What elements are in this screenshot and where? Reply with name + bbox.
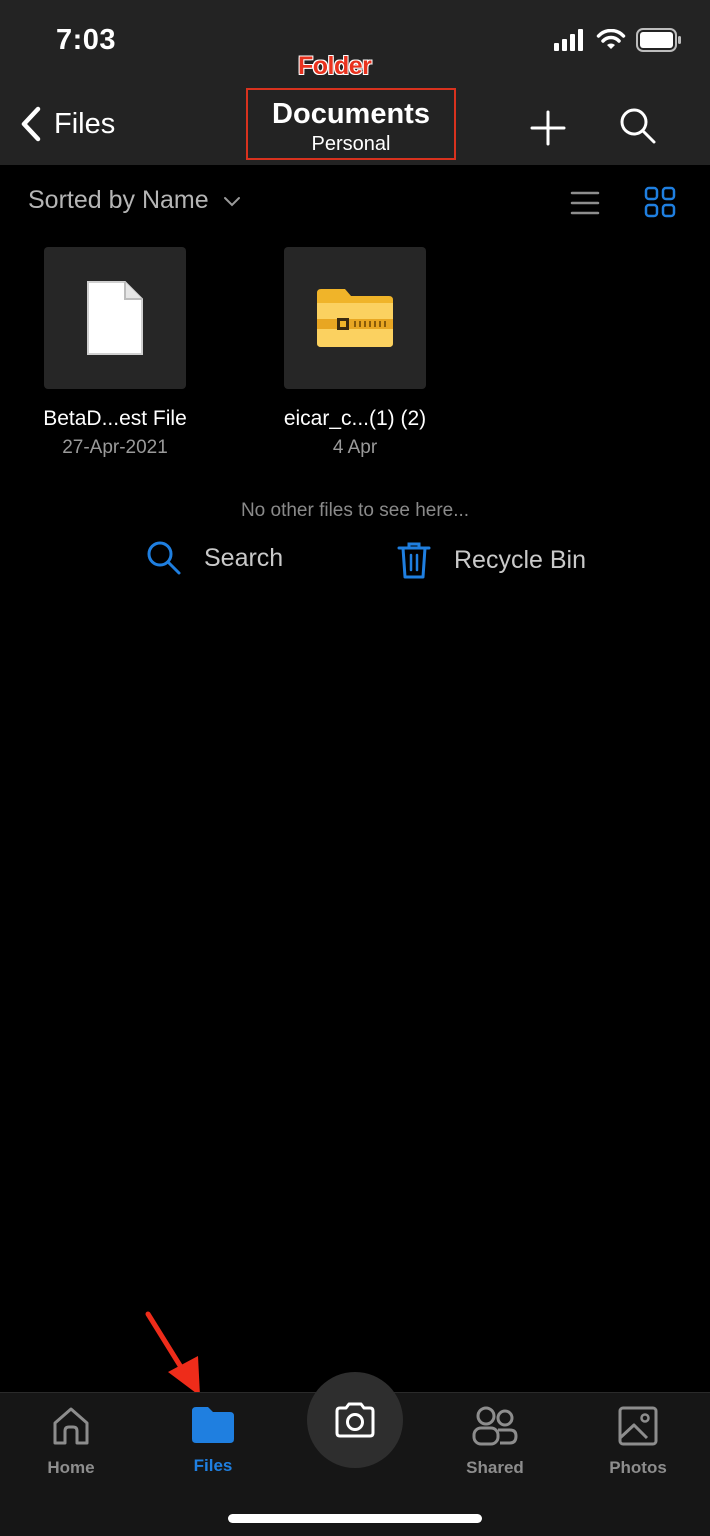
search-icon[interactable] [618,106,658,146]
file-thumbnail [44,247,186,389]
annotation-label: Folder [298,52,372,80]
file-item[interactable]: eicar_c...(1) (2) 4 Apr [255,247,455,459]
empty-message: No other files to see here... [240,500,470,521]
wifi-icon [596,29,626,49]
search-action-button[interactable]: Search [146,540,283,576]
recycle-bin-label: Recycle Bin [454,545,586,574]
back-label: Files [54,107,116,140]
file-date: 27-Apr-2021 [62,437,168,458]
tab-files[interactable]: Files [158,1405,268,1476]
page-subtitle: Personal [311,133,391,155]
document-icon [87,281,143,355]
grid-view-icon[interactable] [644,186,676,218]
tab-shared-label: Shared [466,1458,524,1477]
chevron-down-icon [223,196,240,206]
photo-icon [618,1406,658,1446]
file-name: BetaD...est File [43,407,187,430]
add-icon[interactable] [528,108,568,148]
search-icon [147,541,181,575]
file-name: eicar_c...(1) (2) [283,407,427,430]
trash-icon [397,542,431,579]
status-time: 7:03 [56,24,117,56]
tab-files-label: Files [193,1456,233,1475]
search-action-label: Search [204,543,284,572]
home-icon [53,1407,89,1445]
onedrive-files-screen: 7:03 Folder Files Documents Personal Sor… [0,0,710,1536]
signal-icon [554,29,583,51]
status-icons [554,28,682,52]
file-thumbnail [284,247,426,389]
top-header: 7:03 Folder Files Documents Personal [0,0,710,165]
tab-shared[interactable]: Shared [440,1405,550,1478]
file-item[interactable]: BetaD...est File 27-Apr-2021 [15,247,215,459]
tab-photos[interactable]: Photos [583,1405,693,1478]
chevron-left-icon [21,106,41,142]
folder-title-box: Documents Personal [246,88,456,160]
arrow-annotation-icon [145,1311,200,1396]
sort-dropdown[interactable]: Sorted by Name [28,186,241,215]
tab-home[interactable]: Home [16,1405,126,1478]
back-button[interactable]: Files [20,106,115,142]
tab-home-label: Home [47,1458,95,1477]
people-icon [472,1406,518,1446]
file-date: 4 Apr [332,437,378,458]
camera-icon [335,1402,375,1438]
tab-photos-label: Photos [609,1458,667,1477]
home-indicator[interactable] [228,1514,482,1523]
zip-folder-icon [317,289,393,347]
page-title: Documents [272,98,430,130]
list-view-icon[interactable] [570,190,600,216]
recycle-bin-button[interactable]: Recycle Bin [396,540,586,580]
battery-icon [636,28,681,52]
sort-label: Sorted by Name [28,186,209,214]
folder-icon [192,1407,234,1443]
camera-button[interactable] [307,1372,403,1468]
